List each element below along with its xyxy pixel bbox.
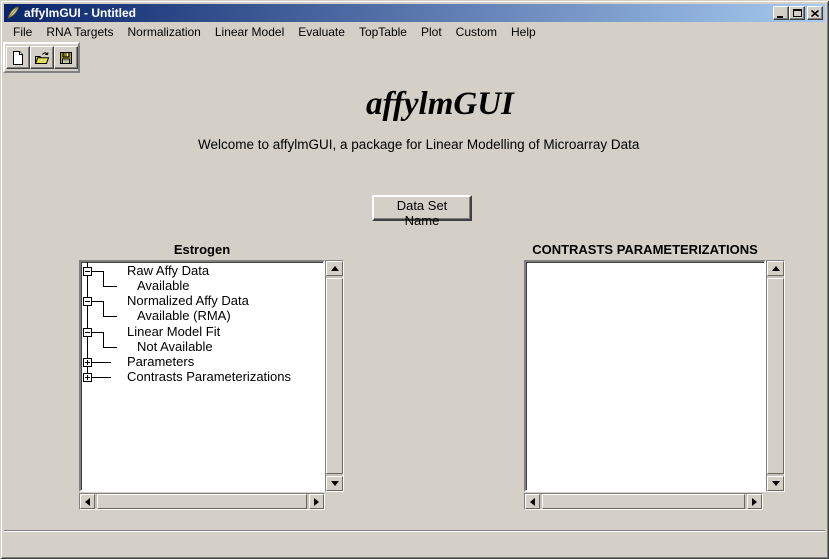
tree-connector-line <box>103 271 104 287</box>
scrollbar-thumb[interactable] <box>767 278 784 474</box>
arrow-up-icon <box>331 266 339 271</box>
new-file-button[interactable] <box>6 46 30 69</box>
tree-item-linear-model-fit[interactable]: Linear Model Fit <box>127 325 220 339</box>
close-button[interactable] <box>807 6 823 20</box>
tree-item-normalized-status[interactable]: Available (RMA) <box>137 309 231 323</box>
menu-item-help[interactable]: Help <box>506 24 541 40</box>
menu-item-rna-targets[interactable]: RNA Targets <box>41 24 118 40</box>
tree-toggle-icon[interactable] <box>83 358 92 367</box>
tree-toggle-icon[interactable] <box>83 328 92 337</box>
app-window: affylmGUI - Untitled File RNA Targets No… <box>0 0 829 559</box>
contrasts-listbox[interactable] <box>524 260 766 492</box>
tree-item-normalized-affy-data[interactable]: Normalized Affy Data <box>127 294 249 308</box>
tree-connector-line <box>92 362 111 363</box>
window-controls <box>773 6 823 20</box>
new-file-icon <box>10 50 26 66</box>
close-icon <box>811 10 819 17</box>
right-vertical-scrollbar[interactable] <box>766 260 785 492</box>
arrow-down-icon <box>331 481 339 486</box>
tree-item-contrasts-parameterizations[interactable]: Contrasts Parameterizations <box>127 370 291 384</box>
title-bar[interactable]: affylmGUI - Untitled <box>4 4 825 22</box>
tree-connector-line <box>103 316 117 317</box>
arrow-left-icon <box>85 498 90 506</box>
tree-item-linear-model-status[interactable]: Not Available <box>137 340 213 354</box>
arrow-left-icon <box>530 498 535 506</box>
tree-connector-line <box>103 301 104 317</box>
menu-item-evaluate[interactable]: Evaluate <box>293 24 350 40</box>
tree-toggle-icon[interactable] <box>83 373 92 382</box>
maximize-button[interactable] <box>789 6 805 20</box>
scrollbar-thumb[interactable] <box>97 494 307 509</box>
tree-toggle-icon[interactable] <box>83 267 92 276</box>
arrow-right-icon <box>314 498 319 506</box>
tree-connector-line <box>92 301 103 302</box>
tree-toggle-icon[interactable] <box>83 297 92 306</box>
menu-bar: File RNA Targets Normalization Linear Mo… <box>4 23 825 41</box>
left-vertical-scrollbar[interactable] <box>325 260 344 492</box>
tree-connector-line <box>92 271 103 272</box>
scroll-down-button[interactable] <box>767 476 784 491</box>
minimize-icon <box>777 16 783 18</box>
open-folder-icon <box>34 50 50 66</box>
menu-item-custom[interactable]: Custom <box>451 24 502 40</box>
welcome-text: Welcome to affylmGUI, a package for Line… <box>198 137 639 152</box>
tree-connector-line <box>103 332 104 348</box>
tree-item-raw-affy-data[interactable]: Raw Affy Data <box>127 264 209 278</box>
status-tree: Raw Affy Data Available Normalized Affy … <box>81 262 323 490</box>
menu-item-linear-model[interactable]: Linear Model <box>210 24 289 40</box>
open-file-button[interactable] <box>30 46 54 69</box>
tree-connector-line <box>103 347 117 348</box>
save-icon <box>58 50 74 66</box>
arrow-up-icon <box>772 266 780 271</box>
scrollbar-thumb[interactable] <box>542 494 745 509</box>
scroll-up-button[interactable] <box>326 261 343 276</box>
app-title: affylmGUI <box>366 86 514 123</box>
left-horizontal-scrollbar[interactable] <box>79 493 325 510</box>
menu-item-normalization[interactable]: Normalization <box>123 24 206 40</box>
menu-item-file[interactable]: File <box>8 24 37 40</box>
scroll-up-button[interactable] <box>767 261 784 276</box>
scroll-right-button[interactable] <box>309 494 324 509</box>
tree-connector-line <box>92 332 103 333</box>
tree-connector-line <box>103 286 117 287</box>
tree-connector-line <box>92 377 111 378</box>
data-set-name-button[interactable]: Data Set Name <box>372 195 472 221</box>
right-panel-title: CONTRASTS PARAMETERIZATIONS <box>524 242 766 257</box>
scroll-right-button[interactable] <box>747 494 762 509</box>
right-horizontal-scrollbar[interactable] <box>524 493 763 510</box>
scroll-left-button[interactable] <box>525 494 540 509</box>
left-panel-title: Estrogen <box>79 242 325 257</box>
tree-item-parameters[interactable]: Parameters <box>127 355 194 369</box>
scroll-left-button[interactable] <box>80 494 95 509</box>
dataset-status-listbox[interactable]: Raw Affy Data Available Normalized Affy … <box>79 260 325 492</box>
toolbar <box>3 42 80 73</box>
save-file-button[interactable] <box>54 46 78 69</box>
window-title: affylmGUI - Untitled <box>24 4 136 22</box>
status-bar <box>4 532 825 554</box>
menu-item-toptable[interactable]: TopTable <box>354 24 412 40</box>
tree-item-raw-affy-status[interactable]: Available <box>137 279 190 293</box>
menu-item-plot[interactable]: Plot <box>416 24 447 40</box>
scroll-down-button[interactable] <box>326 476 343 491</box>
app-feather-icon <box>6 6 20 20</box>
minimize-button[interactable] <box>773 6 789 20</box>
arrow-down-icon <box>772 481 780 486</box>
scrollbar-thumb[interactable] <box>326 278 343 474</box>
maximize-icon <box>793 9 802 17</box>
arrow-right-icon <box>752 498 757 506</box>
